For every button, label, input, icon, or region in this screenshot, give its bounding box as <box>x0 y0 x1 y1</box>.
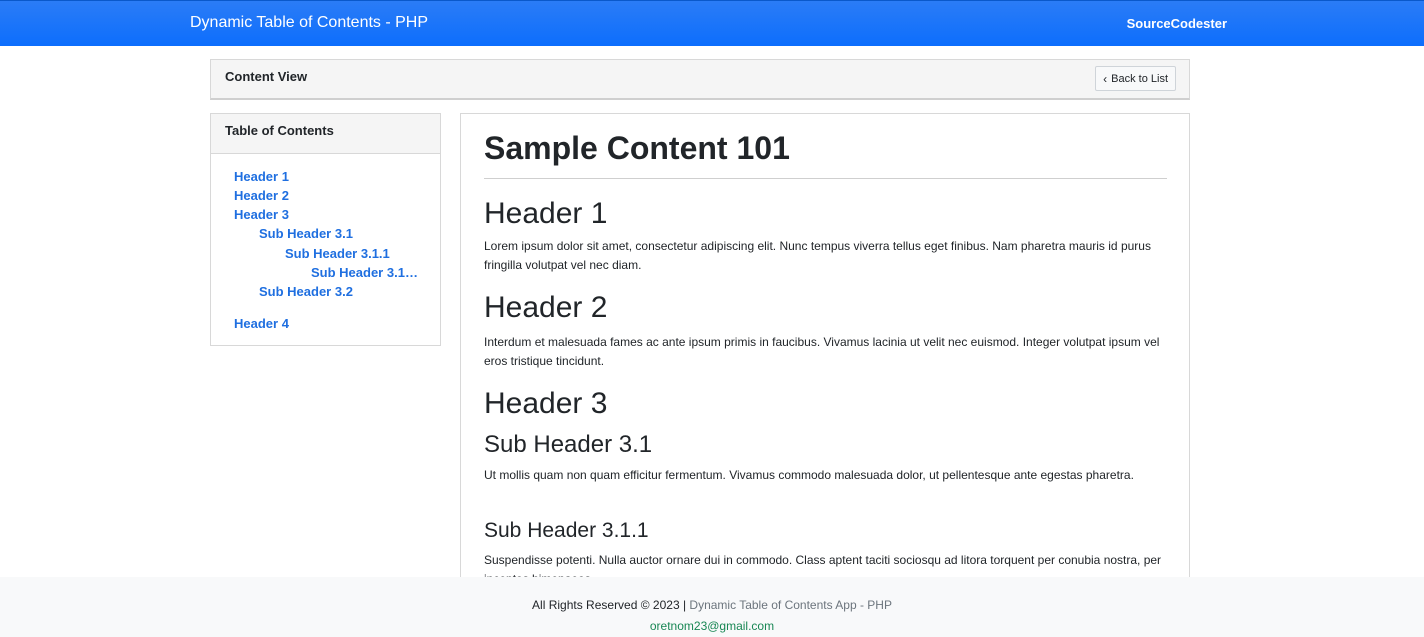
toc-link-sub-header-3-1-1[interactable]: Sub Header 3.1.1 <box>285 246 390 261</box>
section-heading-sub-header-3-1-1: Sub Header 3.1.1 <box>484 519 649 542</box>
back-to-list-button[interactable]: ‹ Back to List <box>1095 66 1176 91</box>
content-title: Sample Content 101 <box>484 130 790 166</box>
section-text-header-1: Lorem ipsum dolor sit amet, consectetur … <box>484 239 1151 272</box>
footer-app-name: Dynamic Table of Contents App - PHP <box>689 598 892 612</box>
table-of-contents-card: Table of Contents Header 1 Header 2 Head… <box>210 113 441 346</box>
sourcecodester-link[interactable]: SourceCodester <box>1127 16 1227 31</box>
footer-email[interactable]: oretnom23@gmail.com <box>0 619 1424 633</box>
navbar-brand[interactable]: Dynamic Table of Contents - PHP <box>190 14 428 32</box>
section-heading-header-1: Header 1 <box>484 197 608 230</box>
content-view-header: Content View ‹ Back to List <box>210 59 1190 100</box>
section-heading-header-2: Header 2 <box>484 291 608 324</box>
content-view-title: Content View <box>225 69 308 84</box>
toc-link-header-2[interactable]: Header 2 <box>234 188 289 203</box>
toc-link-sub-header-3-2[interactable]: Sub Header 3.2 <box>259 284 353 299</box>
title-divider <box>484 178 1167 179</box>
toc-link-header-3[interactable]: Header 3 <box>234 207 289 222</box>
content-card: Sample Content 101 Header 1 Lorem ipsum … <box>460 113 1190 583</box>
toc-link-sub-header-3-1[interactable]: Sub Header 3.1 <box>259 226 353 241</box>
chevron-left-icon: ‹ <box>1103 71 1108 86</box>
toc-link-header-4[interactable]: Header 4 <box>234 316 289 331</box>
toc-link-sub-header-3-1-1-1[interactable]: Sub Header 3.1.... <box>311 265 419 280</box>
back-to-list-label: Back to List <box>1111 72 1168 85</box>
toc-title: Table of Contents <box>211 114 440 154</box>
section-heading-header-3: Header 3 <box>484 387 608 420</box>
section-text-sub-header-3-1: Ut mollis quam non quam efficitur fermen… <box>484 468 1134 482</box>
footer-rights-text: All Rights Reserved © 2023 | <box>532 598 690 612</box>
toc-link-header-1[interactable]: Header 1 <box>234 169 289 184</box>
section-heading-sub-header-3-1: Sub Header 3.1 <box>484 431 653 458</box>
top-navbar: Dynamic Table of Contents - PHP SourceCo… <box>0 0 1424 46</box>
section-text-header-2: Interdum et malesuada fames ac ante ipsu… <box>484 335 1160 368</box>
footer-copyright: All Rights Reserved © 2023 | Dynamic Tab… <box>0 598 1424 612</box>
page-footer: All Rights Reserved © 2023 | Dynamic Tab… <box>0 577 1424 637</box>
